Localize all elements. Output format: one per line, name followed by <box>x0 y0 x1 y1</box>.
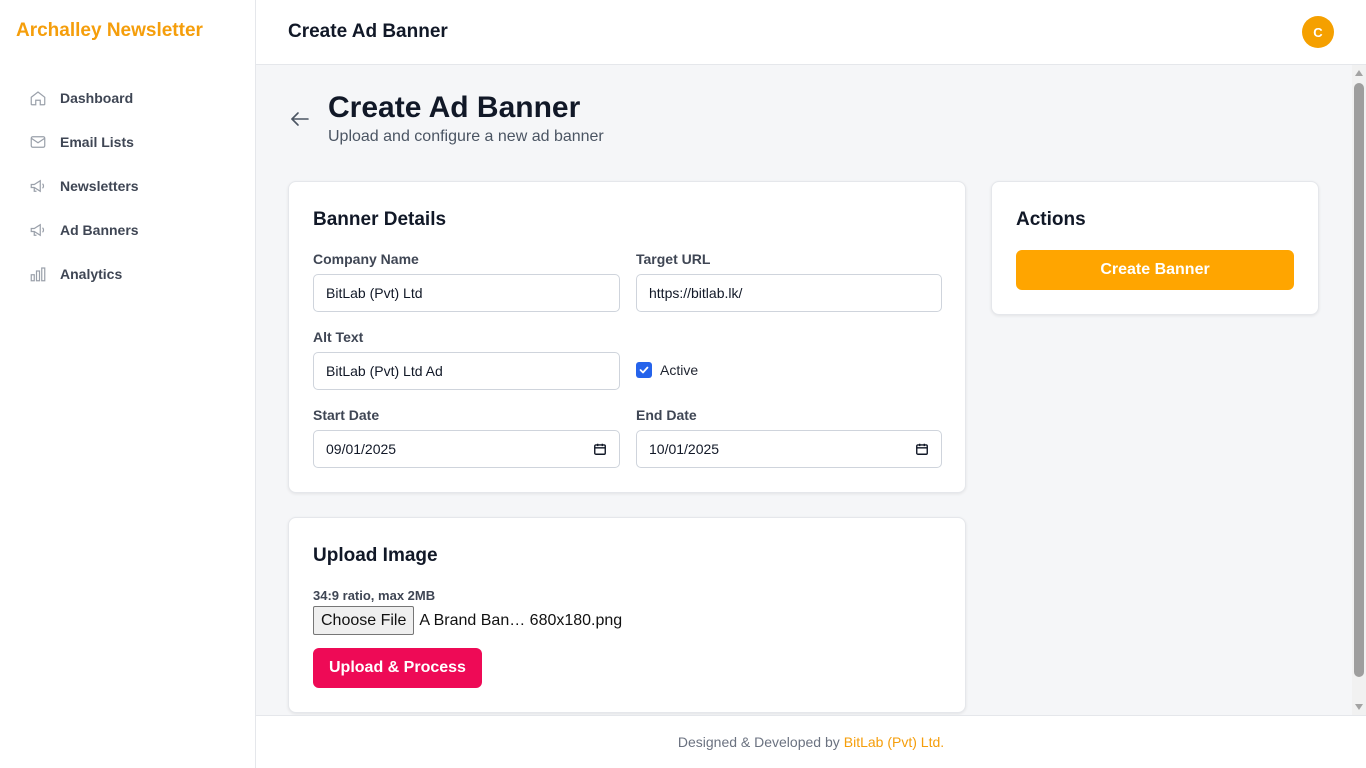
avatar[interactable]: C <box>1302 16 1334 48</box>
active-checkbox[interactable] <box>636 362 652 378</box>
sidebar-item-label: Dashboard <box>60 90 134 106</box>
sidebar-item-label: Ad Banners <box>60 222 139 238</box>
sidebar-item-analytics[interactable]: Analytics <box>16 252 240 296</box>
sidebar-item-label: Analytics <box>60 266 123 282</box>
actions-title: Actions <box>1016 209 1086 230</box>
target-url-field[interactable]: https://bitlab.lk/ <box>636 274 942 312</box>
footer: Designed & Developed by BitLab (Pvt) Ltd… <box>256 715 1366 768</box>
megaphone-icon <box>28 220 48 240</box>
start-date-field[interactable]: 09/01/2025 <box>313 430 620 468</box>
calendar-icon[interactable] <box>593 442 607 456</box>
create-banner-button[interactable]: Create Banner <box>1016 250 1294 290</box>
upload-process-button[interactable]: Upload & Process <box>313 648 482 688</box>
banner-details-card: Banner Details Company Name BitLab (Pvt)… <box>288 181 966 493</box>
sidebar-nav: Dashboard Email Lists Newsletters Ad Ban… <box>16 76 240 296</box>
footer-text: Designed & Developed by <box>677 734 840 750</box>
top-bar: Create Ad Banner C <box>256 0 1366 65</box>
calendar-icon[interactable] <box>915 442 929 456</box>
end-date-label: End Date <box>636 407 697 423</box>
company-name-value: BitLab (Pvt) Ltd <box>326 285 423 301</box>
scrollbar[interactable] <box>1352 65 1366 715</box>
app-brand[interactable]: Archalley Newsletter <box>16 20 203 42</box>
home-icon <box>28 88 48 108</box>
end-date-value: 10/01/2025 <box>649 441 720 457</box>
company-name-field[interactable]: BitLab (Pvt) Ltd <box>313 274 620 312</box>
upload-image-title: Upload Image <box>313 545 438 566</box>
header-title: Create Ad Banner <box>288 21 448 42</box>
megaphone-icon <box>28 176 48 196</box>
bar-chart-icon <box>28 264 48 284</box>
file-input[interactable]: Choose File A Brand Ban… 680x180.png <box>313 606 622 635</box>
company-name-label: Company Name <box>313 251 419 267</box>
footer-link[interactable]: BitLab (Pvt) Ltd. <box>844 734 944 750</box>
alt-text-value: BitLab (Pvt) Ltd Ad <box>326 363 443 379</box>
sidebar-item-label: Newsletters <box>60 178 139 194</box>
scroll-up-arrow-icon[interactable] <box>1355 70 1363 76</box>
sidebar: Archalley Newsletter Dashboard Email Lis… <box>0 0 256 768</box>
alt-text-label: Alt Text <box>313 329 364 345</box>
page-title: Create Ad Banner <box>328 91 581 124</box>
page-subtitle: Upload and configure a new ad banner <box>328 128 604 145</box>
sidebar-item-email-lists[interactable]: Email Lists <box>16 120 240 164</box>
mail-icon <box>28 132 48 152</box>
start-date-value: 09/01/2025 <box>326 441 397 457</box>
main-content: Create Ad Banner Upload and configure a … <box>256 65 1352 715</box>
upload-hint: 34:9 ratio, max 2MB <box>313 588 436 603</box>
back-arrow-icon[interactable] <box>288 107 312 131</box>
upload-image-card: Upload Image 34:9 ratio, max 2MB Choose … <box>288 517 966 713</box>
start-date-label: Start Date <box>313 407 380 423</box>
actions-card: Actions Create Banner <box>991 181 1319 315</box>
sidebar-item-label: Email Lists <box>60 134 134 150</box>
scrollbar-thumb[interactable] <box>1354 83 1364 677</box>
sidebar-item-dashboard[interactable]: Dashboard <box>16 76 240 120</box>
banner-details-title: Banner Details <box>313 209 447 230</box>
active-toggle[interactable]: Active <box>636 362 698 378</box>
file-name: A Brand Ban… 680x180.png <box>419 611 623 629</box>
target-url-value: https://bitlab.lk/ <box>649 285 743 301</box>
end-date-field[interactable]: 10/01/2025 <box>636 430 942 468</box>
target-url-label: Target URL <box>636 251 711 267</box>
active-label: Active <box>660 362 699 378</box>
choose-file-button[interactable]: Choose File <box>313 606 415 635</box>
sidebar-item-ad-banners[interactable]: Ad Banners <box>16 208 240 252</box>
alt-text-field[interactable]: BitLab (Pvt) Ltd Ad <box>313 352 620 390</box>
sidebar-item-newsletters[interactable]: Newsletters <box>16 164 240 208</box>
scroll-down-arrow-icon[interactable] <box>1355 704 1363 710</box>
